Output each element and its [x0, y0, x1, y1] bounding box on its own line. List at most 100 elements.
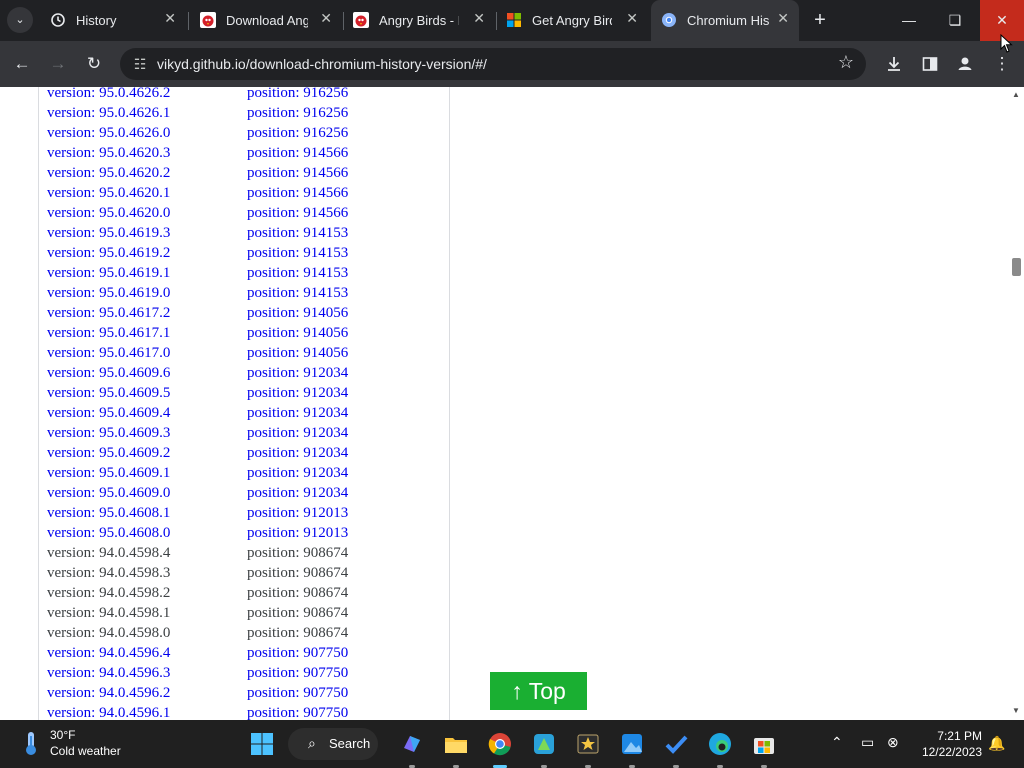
side-panel-button[interactable]: [917, 51, 943, 77]
edge-icon[interactable]: [706, 730, 734, 768]
reload-button[interactable]: ↻: [81, 51, 107, 77]
page-scrollbar[interactable]: ▲ ▼: [1008, 87, 1024, 720]
maps-app-icon[interactable]: [530, 730, 558, 768]
url-text[interactable]: vikyd.github.io/download-chromium-histor…: [157, 56, 487, 72]
position-link[interactable]: position: 908674: [247, 603, 407, 623]
system-clock[interactable]: 7:21 PM 12/22/2023: [920, 728, 982, 760]
position-link[interactable]: position: 912034: [247, 443, 407, 463]
tab-angry-birds[interactable]: Angry Birds - Download ✕: [343, 6, 495, 35]
version-link[interactable]: version: 95.0.4608.1: [47, 503, 247, 523]
version-link[interactable]: version: 94.0.4598.4: [47, 543, 247, 563]
scroll-top-button[interactable]: ↑ Top: [490, 672, 587, 710]
position-link[interactable]: position: 912034: [247, 363, 407, 383]
minimize-button[interactable]: —: [887, 0, 931, 41]
position-link[interactable]: position: 912034: [247, 423, 407, 443]
version-link[interactable]: version: 95.0.4626.1: [47, 103, 247, 123]
tab-search-button[interactable]: ⌄: [7, 7, 33, 33]
close-icon[interactable]: ✕: [164, 10, 176, 27]
version-link[interactable]: version: 95.0.4619.0: [47, 283, 247, 303]
version-link[interactable]: version: 95.0.4617.1: [47, 323, 247, 343]
version-link[interactable]: version: 95.0.4619.3: [47, 223, 247, 243]
position-link[interactable]: position: 907750: [247, 683, 407, 703]
version-link[interactable]: version: 95.0.4609.0: [47, 483, 247, 503]
position-link[interactable]: position: 908674: [247, 583, 407, 603]
position-link[interactable]: position: 912034: [247, 403, 407, 423]
restore-button[interactable]: ❏: [933, 0, 977, 41]
address-bar[interactable]: ☷ vikyd.github.io/download-chromium-hist…: [120, 48, 866, 80]
site-info-icon[interactable]: ☷: [130, 54, 150, 74]
version-link[interactable]: version: 95.0.4620.0: [47, 203, 247, 223]
forward-button[interactable]: →: [45, 51, 71, 77]
position-link[interactable]: position: 914153: [247, 243, 407, 263]
back-button[interactable]: ←: [9, 51, 35, 77]
close-icon[interactable]: ✕: [320, 10, 332, 27]
version-link[interactable]: version: 95.0.4617.0: [47, 343, 247, 363]
position-link[interactable]: position: 907750: [247, 643, 407, 663]
version-link[interactable]: version: 95.0.4619.1: [47, 263, 247, 283]
position-link[interactable]: position: 914056: [247, 303, 407, 323]
menu-button[interactable]: ⋮: [989, 51, 1015, 77]
bookmark-star-icon[interactable]: ☆: [838, 52, 854, 73]
chevron-up-icon[interactable]: ⌃: [831, 734, 843, 751]
scrollbar-thumb[interactable]: [1012, 258, 1021, 276]
position-link[interactable]: position: 907750: [247, 663, 407, 683]
position-link[interactable]: position: 916256: [247, 123, 407, 143]
position-link[interactable]: position: 914566: [247, 203, 407, 223]
version-link[interactable]: version: 95.0.4609.1: [47, 463, 247, 483]
notification-bell-icon[interactable]: 🔔: [988, 735, 1005, 752]
version-link[interactable]: version: 94.0.4598.3: [47, 563, 247, 583]
display-icon[interactable]: ▭: [861, 734, 874, 751]
tab-chromium-history[interactable]: Chromium History Versions ✕: [651, 0, 799, 41]
tab-download-angry-birds[interactable]: Download Angry Birds ✕: [190, 6, 342, 35]
downloads-button[interactable]: [881, 51, 907, 77]
scroll-down-arrow-icon[interactable]: ▼: [1011, 706, 1021, 716]
taskbar-search[interactable]: ⌕ Search: [288, 728, 378, 760]
todo-app-icon[interactable]: [662, 730, 690, 768]
version-link[interactable]: version: 94.0.4596.2: [47, 683, 247, 703]
position-link[interactable]: position: 912013: [247, 503, 407, 523]
profile-button[interactable]: [952, 51, 978, 77]
position-link[interactable]: position: 912034: [247, 383, 407, 403]
position-link[interactable]: position: 916256: [247, 103, 407, 123]
position-link[interactable]: position: 916256: [247, 87, 407, 103]
position-link[interactable]: position: 912013: [247, 523, 407, 543]
version-link[interactable]: version: 95.0.4626.0: [47, 123, 247, 143]
version-link[interactable]: version: 94.0.4596.1: [47, 703, 247, 720]
version-link[interactable]: version: 95.0.4609.5: [47, 383, 247, 403]
version-link[interactable]: version: 94.0.4598.1: [47, 603, 247, 623]
tab-history[interactable]: History ✕: [40, 6, 186, 35]
position-link[interactable]: position: 914153: [247, 283, 407, 303]
version-link[interactable]: version: 95.0.4609.3: [47, 423, 247, 443]
close-icon[interactable]: ✕: [473, 10, 485, 27]
scroll-up-arrow-icon[interactable]: ▲: [1011, 90, 1021, 100]
position-link[interactable]: position: 914566: [247, 183, 407, 203]
position-link[interactable]: position: 908674: [247, 623, 407, 643]
windows-start-icon[interactable]: [248, 730, 276, 758]
version-link[interactable]: version: 95.0.4620.2: [47, 163, 247, 183]
version-link[interactable]: version: 95.0.4620.1: [47, 183, 247, 203]
version-link[interactable]: version: 94.0.4598.0: [47, 623, 247, 643]
version-link[interactable]: version: 94.0.4596.3: [47, 663, 247, 683]
version-link[interactable]: version: 95.0.4626.2: [47, 87, 247, 103]
position-link[interactable]: position: 914056: [247, 343, 407, 363]
version-link[interactable]: version: 95.0.4617.2: [47, 303, 247, 323]
new-tab-button[interactable]: +: [808, 8, 832, 32]
version-link[interactable]: version: 94.0.4598.2: [47, 583, 247, 603]
microsoft-store-icon[interactable]: [750, 730, 778, 768]
movie-app-icon[interactable]: [574, 730, 602, 768]
version-link[interactable]: version: 95.0.4620.3: [47, 143, 247, 163]
tab-get-angry-birds[interactable]: Get Angry Birds ✕: [496, 6, 648, 35]
copilot-icon[interactable]: [398, 730, 426, 768]
photos-app-icon[interactable]: [618, 730, 646, 768]
volume-muted-icon[interactable]: ⊗: [887, 734, 899, 751]
position-link[interactable]: position: 914153: [247, 263, 407, 283]
version-link[interactable]: version: 95.0.4609.6: [47, 363, 247, 383]
position-link[interactable]: position: 912034: [247, 483, 407, 503]
position-link[interactable]: position: 912034: [247, 463, 407, 483]
position-link[interactable]: position: 908674: [247, 563, 407, 583]
version-link[interactable]: version: 95.0.4608.0: [47, 523, 247, 543]
version-link[interactable]: version: 94.0.4596.4: [47, 643, 247, 663]
close-icon[interactable]: ✕: [626, 10, 638, 27]
version-link[interactable]: version: 95.0.4609.4: [47, 403, 247, 423]
position-link[interactable]: position: 914566: [247, 143, 407, 163]
